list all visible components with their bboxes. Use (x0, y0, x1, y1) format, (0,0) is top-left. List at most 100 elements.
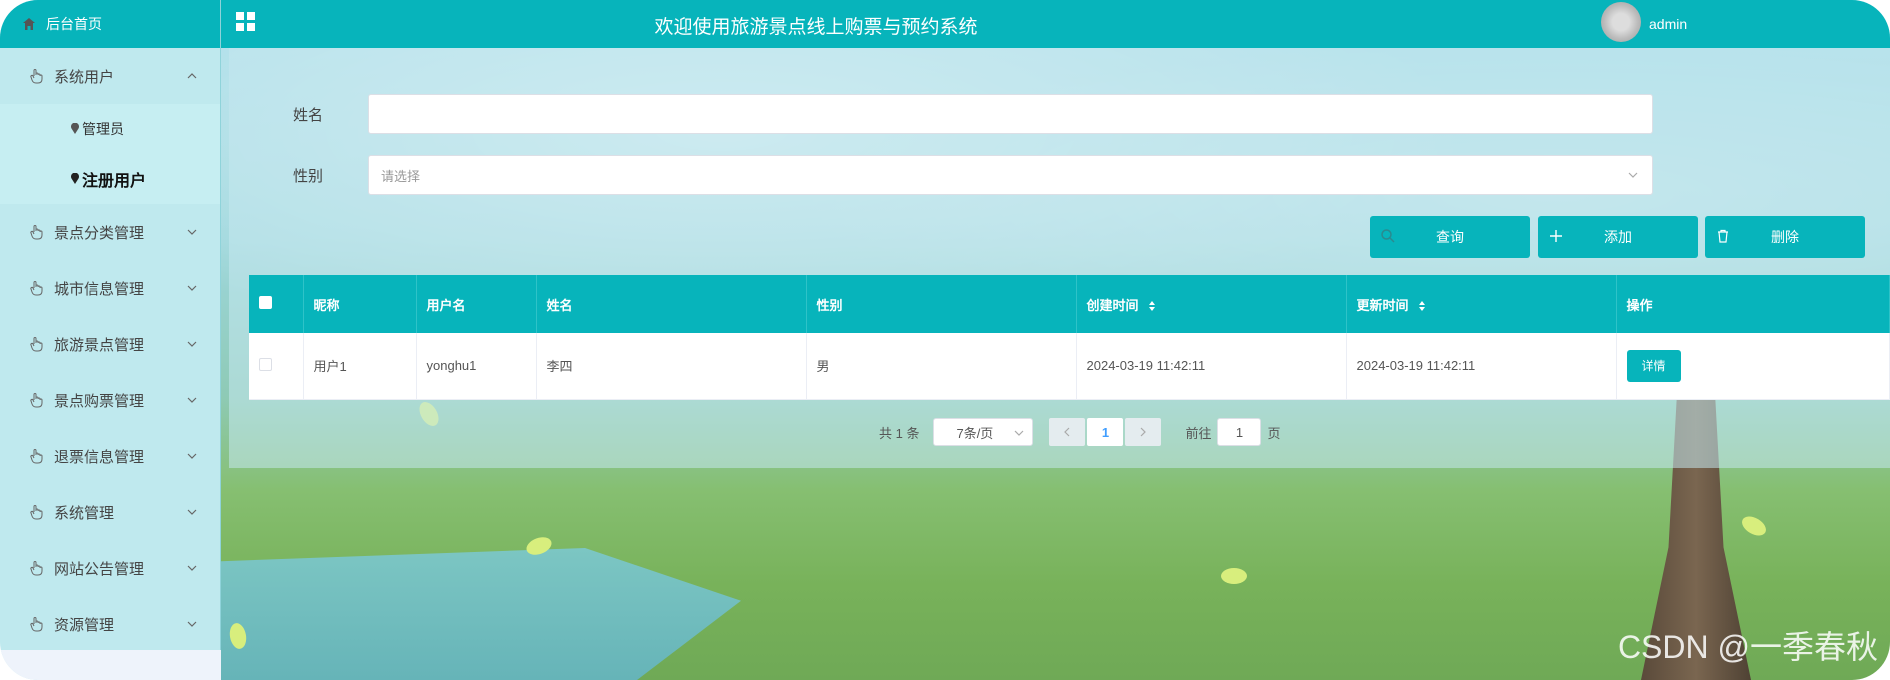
search-icon (1381, 229, 1395, 243)
sidebar-subitem-registered-users[interactable]: 注册用户 (0, 154, 220, 204)
hand-pointer-icon (30, 393, 43, 408)
sidebar-home[interactable]: 后台首页 (0, 0, 220, 48)
delete-button[interactable]: 删除 (1705, 216, 1865, 258)
pagination-total: 共 1 条 (879, 425, 920, 441)
page-size-select[interactable]: 7条/页 (933, 418, 1034, 446)
location-pin-icon (71, 123, 79, 134)
sidebar-item-tourist-spots[interactable]: 旅游景点管理 (0, 316, 220, 372)
select-all-checkbox[interactable] (259, 296, 272, 309)
add-label: 添加 (1604, 229, 1632, 245)
name-input[interactable] (368, 94, 1653, 134)
sidebar-item-label: 旅游景点管理 (54, 336, 145, 354)
hand-pointer-icon (30, 449, 43, 464)
cell-username: yonghu1 (416, 333, 537, 400)
top-bar: 欢迎使用旅游景点线上购票与预约系统 admin (221, 0, 1890, 48)
sidebar-subitem-admins[interactable]: 管理员 (0, 104, 220, 154)
sidebar-item-label: 系统用户 (54, 68, 115, 86)
col-nickname: 昵称 (303, 275, 417, 333)
gender-select[interactable]: 请选择 (368, 155, 1653, 195)
chevron-down-icon (187, 341, 197, 347)
row-checkbox[interactable] (259, 357, 272, 371)
page-size-value: 7条/页 (956, 425, 994, 441)
chevron-down-icon (187, 621, 197, 627)
add-button[interactable]: 添加 (1538, 216, 1698, 258)
chevron-up-icon (187, 73, 197, 79)
sidebar-item-system-users[interactable]: 系统用户 (0, 48, 220, 104)
sidebar-item-announcements[interactable]: 网站公告管理 (0, 540, 220, 596)
page-number[interactable]: 1 (1087, 418, 1124, 446)
cell-name: 李四 (536, 333, 807, 400)
sidebar-item-label: 退票信息管理 (54, 448, 145, 466)
cell-actions: 详情 (1616, 333, 1890, 400)
search-row-gender: 性别 请选择 (229, 155, 1653, 195)
table-header-row: 昵称 用户名 姓名 性别 创建时间 更新时间 操作 (249, 275, 1890, 333)
submenu-system-users: 管理员 注册用户 (0, 104, 220, 204)
sidebar-item-ticket-purchase[interactable]: 景点购票管理 (0, 372, 220, 428)
select-all-cell (249, 275, 304, 333)
sidebar-item-label: 网站公告管理 (54, 560, 145, 578)
users-table: 昵称 用户名 姓名 性别 创建时间 更新时间 操作 用户1 yonghu1 李四… (249, 275, 1890, 400)
page-title: 欢迎使用旅游景点线上购票与预约系统 (654, 17, 978, 38)
cell-nickname: 用户1 (303, 333, 417, 400)
table-row: 用户1 yonghu1 李四 男 2024-03-19 11:42:11 202… (249, 333, 1890, 400)
username-label[interactable]: admin (1649, 16, 1687, 32)
chevron-down-icon (1015, 430, 1024, 436)
pagination: 共 1 条 7条/页 1 前往 1 页 (879, 418, 1281, 446)
location-pin-icon (71, 173, 79, 184)
next-page-button[interactable] (1125, 418, 1162, 446)
col-updated[interactable]: 更新时间 (1346, 275, 1617, 333)
goto-label: 前往 (1185, 425, 1212, 441)
sidebar-item-label: 资源管理 (54, 616, 115, 634)
col-username: 用户名 (416, 275, 537, 333)
chevron-down-icon (187, 565, 197, 571)
goto-page-input[interactable]: 1 (1217, 418, 1262, 446)
search-row-name: 姓名 (229, 94, 1653, 134)
sidebar-item-label: 城市信息管理 (54, 280, 145, 298)
cell-gender: 男 (806, 333, 1077, 400)
sidebar-subitem-label: 管理员 (82, 121, 124, 137)
goto-suffix: 页 (1267, 425, 1281, 441)
detail-button[interactable]: 详情 (1626, 349, 1681, 382)
sidebar-item-label: 系统管理 (54, 504, 115, 522)
plus-icon (1550, 230, 1562, 242)
sort-icon[interactable] (1148, 300, 1156, 312)
sidebar-item-refund-info[interactable]: 退票信息管理 (0, 428, 220, 484)
hand-pointer-icon (30, 281, 43, 296)
col-name: 姓名 (536, 275, 807, 333)
hand-pointer-icon (30, 69, 43, 84)
chevron-down-icon (187, 229, 197, 235)
col-actions: 操作 (1616, 275, 1890, 333)
query-button[interactable]: 查询 (1370, 216, 1530, 258)
cell-created: 2024-03-19 11:42:11 (1076, 333, 1347, 400)
content-panel: 姓名 性别 请选择 查询 添加 删除 昵称 用户名 姓名 性别 创建时间 更新时… (229, 48, 1890, 468)
sidebar-item-label: 景点分类管理 (54, 224, 145, 242)
chevron-down-icon (1628, 172, 1638, 178)
query-label: 查询 (1436, 229, 1464, 245)
sort-icon[interactable] (1418, 300, 1426, 312)
sidebar-item-resources[interactable]: 资源管理 (0, 596, 220, 652)
background-leaf (1221, 568, 1247, 584)
background-leaf (1738, 512, 1770, 540)
col-created-label: 创建时间 (1086, 297, 1139, 313)
hand-pointer-icon (30, 505, 43, 520)
chevron-down-icon (187, 453, 197, 459)
name-label: 姓名 (293, 106, 324, 124)
col-created[interactable]: 创建时间 (1076, 275, 1347, 333)
sidebar-item-label: 景点购票管理 (54, 392, 145, 410)
watermark: CSDN @一季春秋 (1617, 629, 1878, 665)
hand-pointer-icon (30, 337, 43, 352)
prev-page-button[interactable] (1049, 418, 1086, 446)
sidebar-subitem-label: 注册用户 (82, 173, 147, 190)
chevron-left-icon (1064, 427, 1070, 437)
sidebar-item-spot-category[interactable]: 景点分类管理 (0, 204, 220, 260)
sidebar: 后台首页 系统用户 管理员 注册用户 景点分类管理 城市信息管理 旅游景点管理 … (0, 0, 221, 680)
hand-pointer-icon (30, 617, 43, 632)
gender-placeholder: 请选择 (381, 168, 421, 184)
hand-pointer-icon (30, 225, 43, 240)
sidebar-item-city-info[interactable]: 城市信息管理 (0, 260, 220, 316)
avatar[interactable] (1601, 2, 1641, 42)
sidebar-item-system-management[interactable]: 系统管理 (0, 484, 220, 540)
sidebar-home-label: 后台首页 (46, 16, 102, 32)
row-select-cell (249, 333, 304, 400)
trash-icon (1718, 229, 1728, 243)
